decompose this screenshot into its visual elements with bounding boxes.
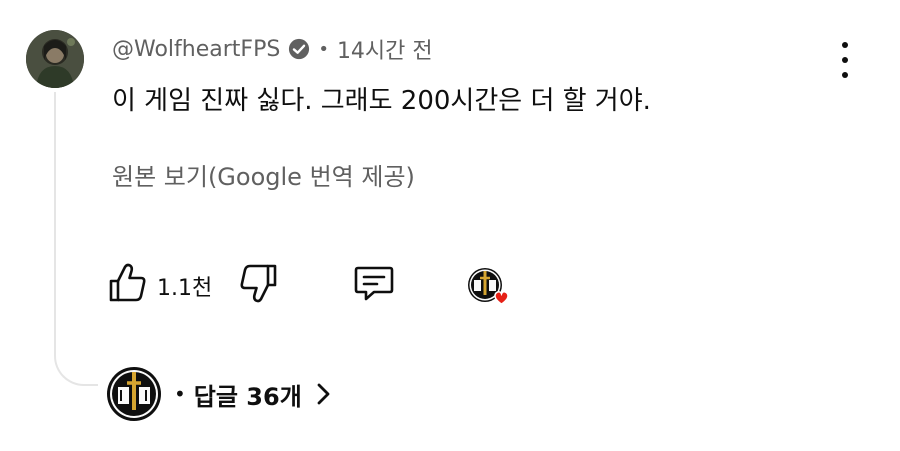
author-handle[interactable]: @WolfheartFPS [112, 37, 280, 62]
timestamp[interactable]: 14시간 전 [337, 33, 433, 65]
comment-header: @WolfheartFPS • 14시간 전 [112, 33, 433, 65]
show-original-link[interactable]: 원본 보기(Google 번역 제공) [112, 157, 415, 192]
chevron-right-icon [317, 383, 330, 405]
reply-button[interactable] [352, 264, 396, 304]
dislike-button[interactable] [238, 262, 278, 304]
separator-dot: • [174, 382, 186, 406]
replies-count-label[interactable]: 답글 36개 [194, 377, 302, 412]
author-avatar[interactable] [26, 30, 84, 88]
thread-line [54, 92, 98, 386]
replier-avatar [107, 367, 161, 421]
replies-toggle[interactable]: • 답글 36개 [106, 366, 332, 422]
creator-heart-icon[interactable] [466, 266, 508, 308]
separator-dot: • [318, 38, 329, 60]
comment-text: 이 게임 진짜 싫다. 그래도 200시간은 더 할 거야. [112, 86, 651, 116]
more-vert-icon[interactable] [830, 42, 860, 78]
like-count: 1.1천 [157, 276, 213, 301]
like-button[interactable] [108, 262, 148, 304]
thumbs-down-icon [240, 264, 277, 303]
verified-check-icon [289, 38, 310, 60]
thumbs-up-icon [109, 263, 146, 302]
reply-comment-icon [354, 266, 394, 301]
